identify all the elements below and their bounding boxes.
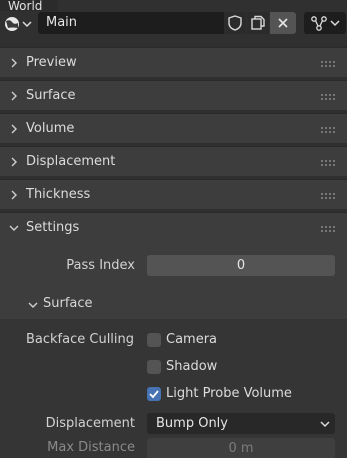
chevron-right-icon bbox=[11, 58, 17, 68]
displacement-dropdown-value: Bump Only bbox=[156, 416, 228, 431]
panel-title: Volume bbox=[26, 121, 75, 136]
max-distance-field[interactable]: 0 m bbox=[147, 438, 335, 458]
pass-index-field[interactable]: 0 bbox=[147, 255, 335, 276]
shield-icon bbox=[228, 15, 242, 31]
panel-title: Surface bbox=[26, 88, 76, 103]
datablock-selector: Main bbox=[0, 11, 347, 37]
panel-preview[interactable]: Preview bbox=[0, 47, 347, 77]
camera-checkbox-label[interactable]: Camera bbox=[166, 332, 217, 347]
light-probe-volume-checkbox[interactable] bbox=[147, 387, 161, 401]
panel-displacement[interactable]: Displacement bbox=[0, 146, 347, 176]
chevron-right-icon bbox=[11, 157, 17, 167]
drag-handle-icon[interactable] bbox=[321, 127, 335, 133]
chevron-down-icon bbox=[320, 421, 330, 428]
subpanel-surface-header[interactable]: Surface bbox=[0, 289, 347, 319]
chevron-down-icon bbox=[28, 302, 38, 308]
close-icon bbox=[278, 18, 288, 28]
max-distance-label: Max Distance bbox=[47, 440, 135, 455]
world-browse-button[interactable] bbox=[2, 14, 34, 34]
datablock-name-field[interactable]: Main bbox=[38, 12, 224, 34]
chevron-down-icon bbox=[330, 20, 340, 27]
chevron-right-icon bbox=[11, 91, 17, 101]
drag-handle-icon[interactable] bbox=[321, 61, 335, 67]
panel-volume[interactable]: Volume bbox=[0, 113, 347, 143]
chevron-down-icon bbox=[22, 21, 32, 28]
checkmark-icon bbox=[149, 390, 159, 399]
drag-handle-icon[interactable] bbox=[321, 160, 335, 166]
subpanel-surface-body: Backface Culling Camera Shadow Light Pro… bbox=[0, 319, 347, 458]
chevron-right-icon bbox=[11, 190, 17, 200]
displacement-label: Displacement bbox=[45, 416, 135, 431]
subpanel-title: Surface bbox=[43, 296, 93, 311]
panel-title: Settings bbox=[26, 220, 80, 235]
duplicate-icon bbox=[251, 15, 265, 30]
camera-checkbox[interactable] bbox=[147, 333, 161, 347]
node-tree-icon bbox=[311, 16, 327, 31]
shadow-checkbox-label[interactable]: Shadow bbox=[166, 359, 217, 374]
drag-handle-icon[interactable] bbox=[321, 226, 335, 232]
fake-user-button[interactable] bbox=[224, 12, 246, 34]
panel-thickness[interactable]: Thickness bbox=[0, 179, 347, 209]
panel-title: Displacement bbox=[26, 154, 116, 169]
pass-index-label: Pass Index bbox=[66, 258, 135, 273]
shadow-checkbox[interactable] bbox=[147, 360, 161, 374]
panel-settings[interactable]: Settings bbox=[0, 212, 347, 242]
backface-culling-label: Backface Culling bbox=[26, 332, 135, 347]
duplicate-button[interactable] bbox=[247, 12, 269, 34]
node-tree-menu[interactable] bbox=[304, 12, 346, 34]
tooltip: World bbox=[0, 0, 58, 11]
panel-title: Preview bbox=[26, 55, 77, 70]
light-probe-volume-label[interactable]: Light Probe Volume bbox=[166, 386, 292, 401]
drag-handle-icon[interactable] bbox=[321, 193, 335, 199]
panel-title: Thickness bbox=[26, 187, 91, 202]
world-icon bbox=[5, 17, 19, 31]
chevron-down-icon bbox=[9, 225, 19, 231]
displacement-dropdown[interactable]: Bump Only bbox=[147, 413, 335, 434]
drag-handle-icon[interactable] bbox=[321, 94, 335, 100]
panel-surface[interactable]: Surface bbox=[0, 80, 347, 110]
settings-panel-body: Pass Index 0 Surface Backface Culling Ca… bbox=[0, 242, 347, 458]
chevron-right-icon bbox=[11, 124, 17, 134]
unlink-button[interactable] bbox=[270, 12, 296, 34]
